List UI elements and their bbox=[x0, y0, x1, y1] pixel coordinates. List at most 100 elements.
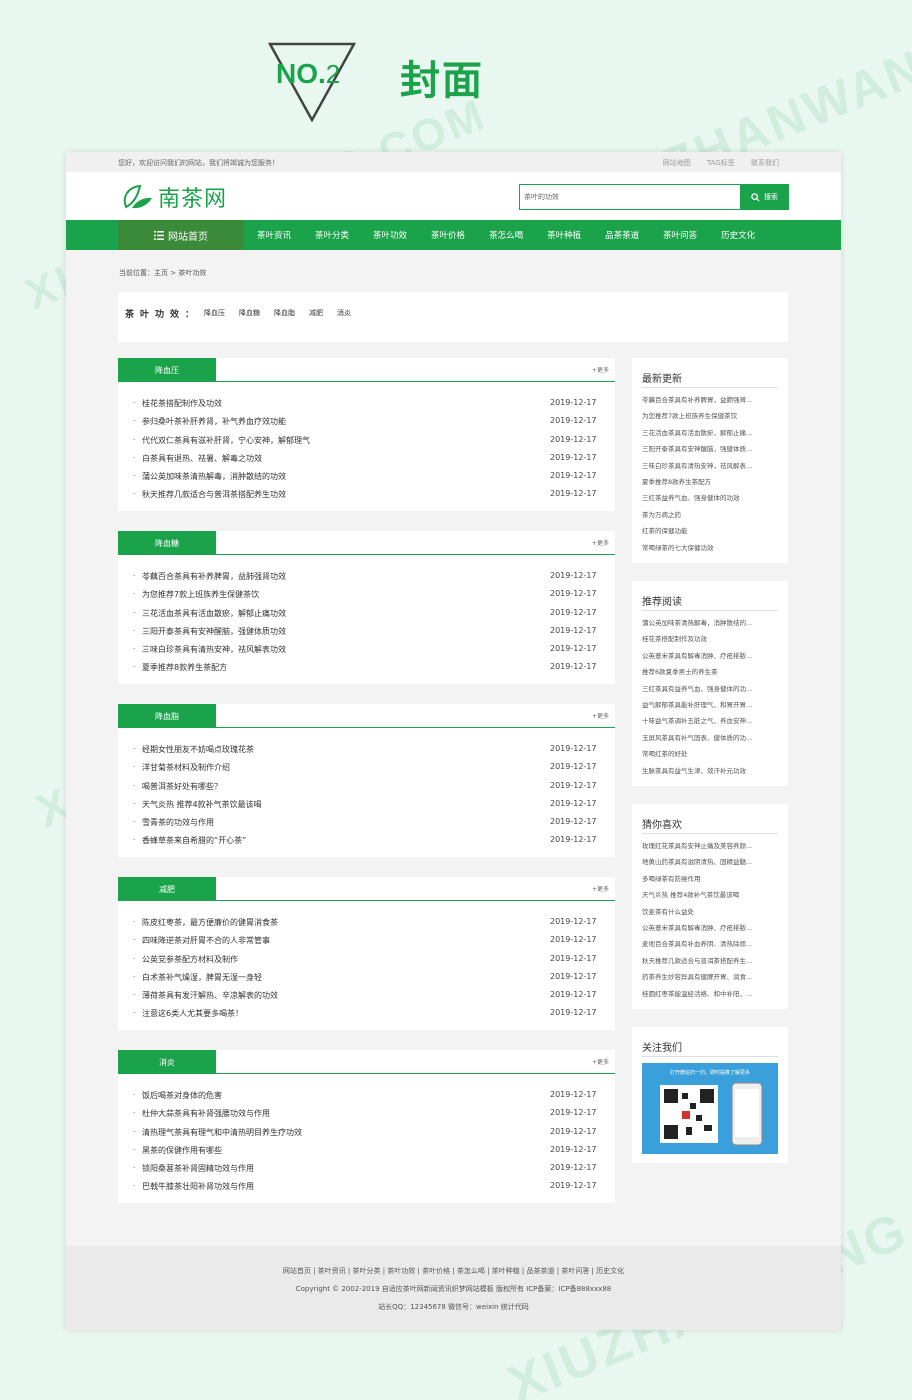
list-item[interactable]: · 三花活血茶具有活血散瘀，解郁止痛功效 2019-12-17 bbox=[118, 606, 615, 624]
sidebar-item[interactable]: 秋天推荐几款适合与普洱茶搭配养生... bbox=[642, 953, 778, 969]
filter-tag[interactable]: 降血糖 bbox=[239, 309, 260, 317]
sidebar-item[interactable]: 三味白珍茶具有清热安神，祛风解表... bbox=[642, 458, 778, 474]
section-title[interactable]: 消炎 bbox=[118, 1050, 216, 1074]
sidebar-item[interactable]: 公英薏米茶具有解毒消肿、疗疮排脓... bbox=[642, 648, 778, 664]
article-title[interactable]: 三阳开泰茶具有安神醒脑，强健体质功效 bbox=[142, 626, 286, 637]
article-title[interactable]: 香蜂草茶来自希腊的“开心茶” bbox=[142, 835, 246, 846]
article-title[interactable]: 三花活血茶具有活血散瘀，解郁止痛功效 bbox=[142, 608, 286, 619]
sidebar-item[interactable]: 十味益气茶调补五脏之气、养血安神... bbox=[642, 713, 778, 729]
article-title[interactable]: 桂花茶搭配制作及功效 bbox=[142, 398, 222, 409]
sidebar-item[interactable]: 地黄山药茶具有滋阴清热、固精益髓... bbox=[642, 854, 778, 870]
article-title[interactable]: 清热理气茶具有理气和中清热明目养生疗功效 bbox=[142, 1127, 302, 1138]
sidebar-item[interactable]: 常喝红茶的好处 bbox=[642, 746, 778, 762]
list-item[interactable]: · 桂花茶搭配制作及功效 2019-12-17 bbox=[118, 396, 615, 414]
list-item[interactable]: · 夏季推荐8款养生茶配方 2019-12-17 bbox=[118, 660, 615, 678]
list-item[interactable]: · 秋天推荐几款适合与普洱茶搭配养生功效 2019-12-17 bbox=[118, 487, 615, 505]
list-item[interactable]: · 黑茶的保健作用有哪些 2019-12-17 bbox=[118, 1143, 615, 1161]
article-title[interactable]: 三味白珍茶具有清热安神，祛风解表功效 bbox=[142, 644, 286, 655]
nav-item[interactable]: 茶叶种植 bbox=[547, 229, 581, 241]
site-logo[interactable]: 南茶网 bbox=[120, 181, 227, 213]
top-link-contact[interactable]: 联系我们 bbox=[751, 159, 779, 167]
section-title[interactable]: 降血糖 bbox=[118, 531, 216, 555]
article-title[interactable]: 秋天推荐几款适合与普洱茶搭配养生功效 bbox=[142, 489, 286, 500]
nav-item[interactable]: 茶叶价格 bbox=[431, 229, 465, 241]
list-item[interactable]: · 公英党参茶配方材料及制作 2019-12-17 bbox=[118, 952, 615, 970]
article-title[interactable]: 喝普洱茶好处有哪些？ bbox=[142, 781, 222, 792]
article-title[interactable]: 巴戟牛膝茶壮阳补肾功效与作用 bbox=[142, 1181, 254, 1192]
list-item[interactable]: · 杜仲大蒜茶具有补肾强腰功效与作用 2019-12-17 bbox=[118, 1106, 615, 1124]
more-link[interactable]: +更多 bbox=[592, 1057, 609, 1066]
sidebar-item[interactable]: 为您推荐7款上班族养生保健茶饮 bbox=[642, 408, 778, 424]
article-title[interactable]: 杜仲大蒜茶具有补肾强腰功效与作用 bbox=[142, 1108, 270, 1119]
list-item[interactable]: · 薄荷茶具有发汗解热、辛凉解表的功效 2019-12-17 bbox=[118, 988, 615, 1006]
sidebar-item[interactable]: 三红茶具有益养气血、强身健体的功... bbox=[642, 681, 778, 697]
top-link-sitemap[interactable]: 网站地图 bbox=[663, 159, 691, 167]
sidebar-item[interactable]: 多喝绿茶有防癌作用 bbox=[642, 871, 778, 887]
search-input[interactable] bbox=[519, 184, 740, 210]
list-item[interactable]: · 喝普洱茶好处有哪些？ 2019-12-17 bbox=[118, 779, 615, 797]
nav-item[interactable]: 茶叶资讯 bbox=[257, 229, 291, 241]
nav-item[interactable]: 品茶茶道 bbox=[605, 229, 639, 241]
list-item[interactable]: · 陈皮红枣茶，最方便廉价的健胃消食茶 2019-12-17 bbox=[118, 915, 615, 933]
sidebar-item[interactable]: 茶为万病之药 bbox=[642, 507, 778, 523]
sidebar-item[interactable]: 三红茶益养气血、强身健体的功效 bbox=[642, 490, 778, 506]
article-title[interactable]: 夏季推荐8款养生茶配方 bbox=[142, 662, 227, 673]
article-title[interactable]: 经期女性朋友不妨喝点玫瑰花茶 bbox=[142, 744, 254, 755]
article-title[interactable]: 天气炎热 推荐4款补气茶饮最该喝 bbox=[142, 799, 262, 810]
article-title[interactable]: 苓藕百合茶具有补养脾胃，益肺强肾功效 bbox=[142, 571, 286, 582]
sidebar-item[interactable]: 玉屏风茶具有补气固表、健体质的功... bbox=[642, 730, 778, 746]
sidebar-item[interactable]: 药茶养生妙容异具有健脾开胃、润食... bbox=[642, 969, 778, 985]
more-link[interactable]: +更多 bbox=[592, 711, 609, 720]
filter-tag[interactable]: 消炎 bbox=[337, 309, 351, 317]
article-title[interactable]: 白术茶补气燥湿，脾胃无湿一身轻 bbox=[142, 972, 262, 983]
list-item[interactable]: · 为您推荐7款上班族养生保健茶饮 2019-12-17 bbox=[118, 587, 615, 605]
list-item[interactable]: · 代代双仁茶具有滋补肝肾，宁心安神，解郁理气 2019-12-17 bbox=[118, 433, 615, 451]
sidebar-item[interactable]: 桂圆红枣茶能温经活络、和中补阳，... bbox=[642, 986, 778, 1002]
article-title[interactable]: 公英党参茶配方材料及制作 bbox=[142, 954, 238, 965]
sidebar-item[interactable]: 三花活血茶具有活血散瘀，解郁止痛... bbox=[642, 425, 778, 441]
article-title[interactable]: 注意这6类人尤其要多喝茶！ bbox=[142, 1008, 243, 1019]
list-item[interactable]: · 清热理气茶具有理气和中清热明目养生疗功效 2019-12-17 bbox=[118, 1125, 615, 1143]
article-title[interactable]: 洋甘菊茶材料及制作介绍 bbox=[142, 762, 230, 773]
list-item[interactable]: · 三阳开泰茶具有安神醒脑，强健体质功效 2019-12-17 bbox=[118, 624, 615, 642]
list-item[interactable]: · 锁阳桑葚茶补肾固精功效与作用 2019-12-17 bbox=[118, 1161, 615, 1179]
more-link[interactable]: +更多 bbox=[592, 884, 609, 893]
list-item[interactable]: · 苓藕百合茶具有补养脾胃，益肺强肾功效 2019-12-17 bbox=[118, 569, 615, 587]
nav-item[interactable]: 茶叶问答 bbox=[663, 229, 697, 241]
list-item[interactable]: · 蒲公英加味茶清热解毒，消肿散结的功效 2019-12-17 bbox=[118, 469, 615, 487]
article-title[interactable]: 为您推荐7款上班族养生保健茶饮 bbox=[142, 589, 259, 600]
filter-tag[interactable]: 降血压 bbox=[204, 309, 225, 317]
sidebar-item[interactable]: 蒲公英加味茶清热解毒，消肿散结的... bbox=[642, 615, 778, 631]
article-title[interactable]: 四味降逆茶对肝胃不合的人非常管事 bbox=[142, 935, 270, 946]
sidebar-item[interactable]: 推荐6款夏季男士的养生茶 bbox=[642, 664, 778, 680]
list-item[interactable]: · 白茶具有退热、祛暑、解毒之功效 2019-12-17 bbox=[118, 451, 615, 469]
more-link[interactable]: +更多 bbox=[592, 365, 609, 374]
list-item[interactable]: · 巴戟牛膝茶壮阳补肾功效与作用 2019-12-17 bbox=[118, 1179, 615, 1197]
list-item[interactable]: · 白术茶补气燥湿，脾胃无湿一身轻 2019-12-17 bbox=[118, 970, 615, 988]
list-item[interactable]: · 注意这6类人尤其要多喝茶！ 2019-12-17 bbox=[118, 1006, 615, 1024]
more-link[interactable]: +更多 bbox=[592, 538, 609, 547]
sidebar-item[interactable]: 桂花茶搭配制作及功效 bbox=[642, 631, 778, 647]
section-title[interactable]: 减肥 bbox=[118, 877, 216, 901]
list-item[interactable]: · 参归桑叶茶补肝养肾，补气养血疗效功能 2019-12-17 bbox=[118, 414, 615, 432]
filter-tag[interactable]: 降血脂 bbox=[274, 309, 295, 317]
nav-item[interactable]: 茶怎么喝 bbox=[489, 229, 523, 241]
search-button[interactable]: 搜索 bbox=[740, 184, 789, 210]
nav-item[interactable]: 茶叶分类 bbox=[315, 229, 349, 241]
sidebar-item[interactable]: 苓藕百合茶具有补养脾胃，益肺强肾... bbox=[642, 392, 778, 408]
sidebar-item[interactable]: 饮麦茶有什么益处 bbox=[642, 904, 778, 920]
sidebar-item[interactable]: 麦地百合茶具有补血养阴、清热除烦... bbox=[642, 936, 778, 952]
article-title[interactable]: 雪青茶的功效与作用 bbox=[142, 817, 214, 828]
sidebar-item[interactable]: 三阳开泰茶具有安神醒脑，强健体质... bbox=[642, 441, 778, 457]
nav-home[interactable]: 网站首页 bbox=[118, 220, 244, 250]
filter-tag[interactable]: 减肥 bbox=[309, 309, 323, 317]
list-item[interactable]: · 饭后喝茶对身体的危害 2019-12-17 bbox=[118, 1088, 615, 1106]
list-item[interactable]: · 四味降逆茶对肝胃不合的人非常管事 2019-12-17 bbox=[118, 933, 615, 951]
article-title[interactable]: 陈皮红枣茶，最方便廉价的健胃消食茶 bbox=[142, 917, 278, 928]
article-title[interactable]: 蒲公英加味茶清热解毒，消肿散结的功效 bbox=[142, 471, 286, 482]
list-item[interactable]: · 天气炎热 推荐4款补气茶饮最该喝 2019-12-17 bbox=[118, 797, 615, 815]
list-item[interactable]: · 经期女性朋友不妨喝点玫瑰花茶 2019-12-17 bbox=[118, 742, 615, 760]
sidebar-item[interactable]: 玫瑰红花茶具有安神止痛及美容养颜... bbox=[642, 838, 778, 854]
section-title[interactable]: 降血脂 bbox=[118, 704, 216, 728]
list-item[interactable]: · 三味白珍茶具有清热安神，祛风解表功效 2019-12-17 bbox=[118, 642, 615, 660]
